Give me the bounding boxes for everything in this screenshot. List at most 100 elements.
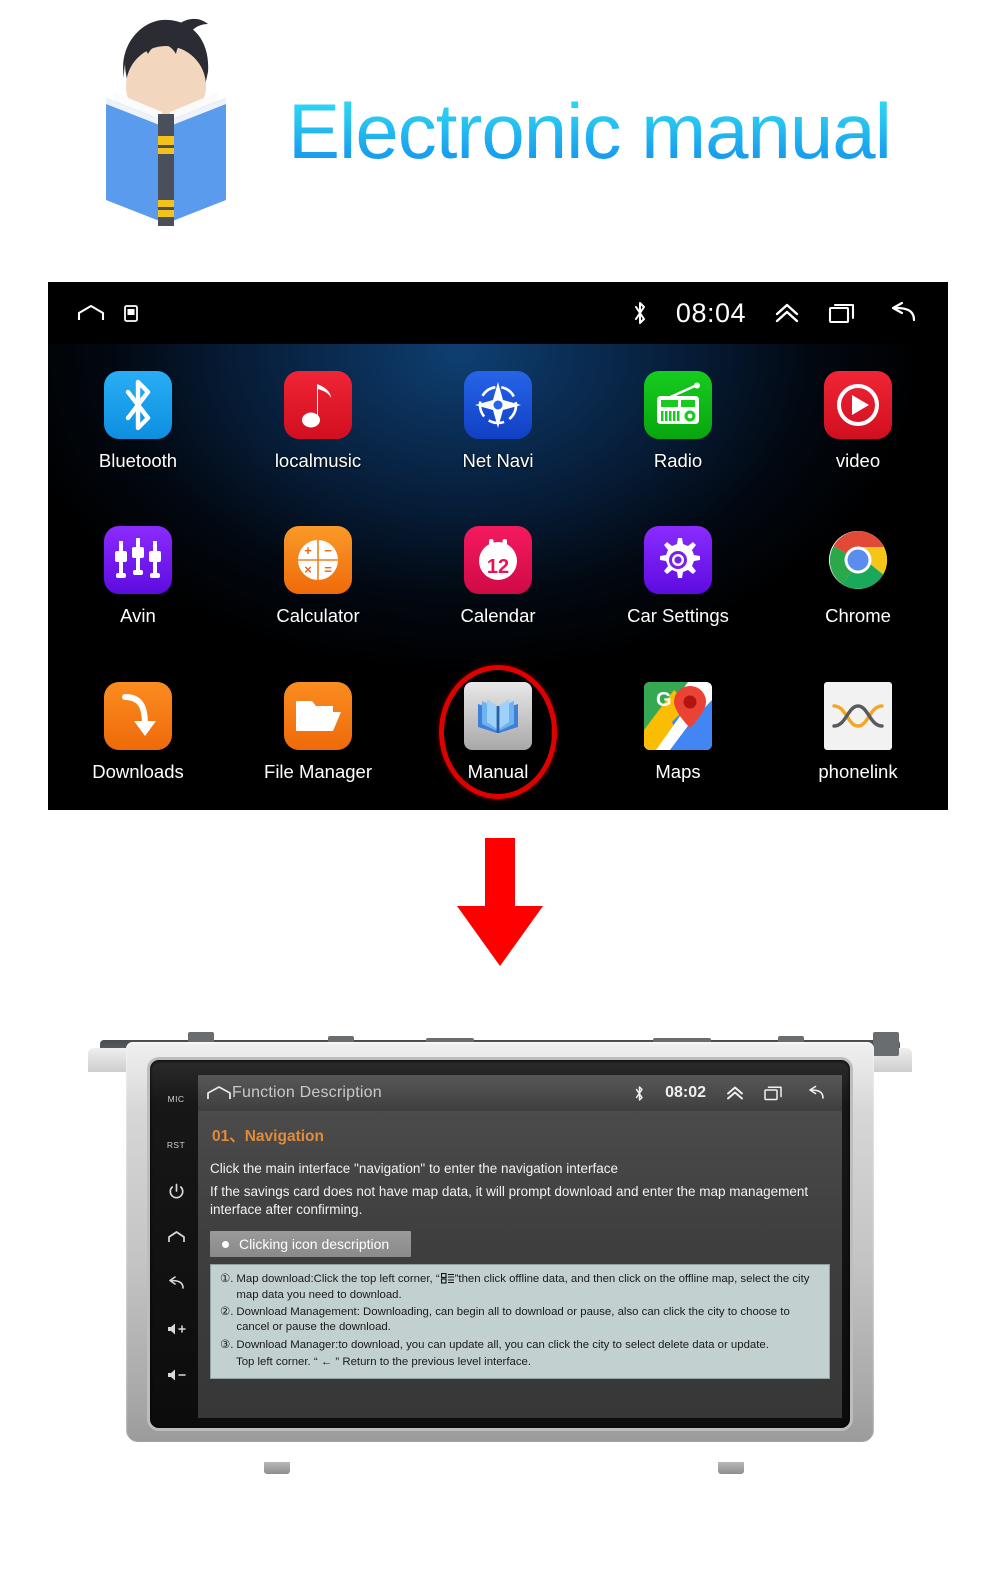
side-button-strip: MIC RST bbox=[154, 1064, 198, 1424]
manual-content: 01、Navigation Click the main interface "… bbox=[198, 1111, 842, 1418]
home-icon[interactable] bbox=[76, 303, 106, 323]
note-text: Map download:Click the top left corner, … bbox=[236, 1273, 810, 1301]
recent-apps-icon[interactable] bbox=[764, 1085, 784, 1101]
bluetooth-app-icon bbox=[104, 371, 172, 440]
down-arrow-icon bbox=[457, 838, 543, 966]
bluetooth-icon bbox=[634, 302, 645, 324]
app-label: Downloads bbox=[92, 760, 184, 782]
page-root: Electronic manual 08:04 Bluetooth localm… bbox=[0, 0, 1000, 1586]
unit-foot bbox=[718, 1462, 744, 1474]
screenshot-icon[interactable] bbox=[124, 304, 138, 322]
app-label: Avin bbox=[120, 605, 156, 627]
power-button[interactable] bbox=[168, 1168, 185, 1214]
app-net-navi[interactable]: Net Navi bbox=[408, 344, 588, 499]
manual-paragraph: Click the main interface "navigation" to… bbox=[210, 1161, 619, 1176]
manual-screen-title: Function Description bbox=[232, 1084, 382, 1101]
note-text: Download Management: Downloading, can be… bbox=[236, 1306, 790, 1334]
compass-app-icon bbox=[464, 371, 532, 440]
unit-foot bbox=[264, 1462, 290, 1474]
app-manual[interactable]: Manual bbox=[408, 655, 588, 810]
home-icon[interactable] bbox=[206, 1085, 232, 1101]
google-maps-app-icon: G bbox=[644, 681, 712, 750]
svg-text:+: + bbox=[304, 543, 312, 558]
app-label: phonelink bbox=[818, 760, 898, 782]
app-video[interactable]: video bbox=[768, 344, 948, 499]
note-number: ③. bbox=[220, 1338, 234, 1351]
app-label: Net Navi bbox=[462, 450, 534, 472]
bullet-dot-icon bbox=[222, 1240, 229, 1248]
folder-app-icon bbox=[284, 681, 352, 750]
note-item: ②. Download Management: Downloading, can… bbox=[220, 1305, 820, 1336]
volume-down-button[interactable] bbox=[166, 1352, 187, 1398]
app-chrome[interactable]: Chrome bbox=[768, 499, 948, 654]
av-plugs-app-icon bbox=[104, 526, 172, 595]
app-phonelink[interactable]: phonelink bbox=[768, 655, 948, 810]
mount-clip bbox=[873, 1032, 899, 1056]
app-bluetooth[interactable]: Bluetooth bbox=[48, 344, 228, 499]
note-number: ①. bbox=[220, 1273, 234, 1286]
play-circle-app-icon bbox=[824, 371, 892, 440]
back-arrow-icon[interactable] bbox=[886, 301, 918, 325]
app-label: File Manager bbox=[264, 760, 372, 782]
status-clock: 08:04 bbox=[675, 297, 746, 328]
app-label: Chrome bbox=[825, 605, 891, 627]
radio-app-icon bbox=[644, 371, 712, 440]
note-footer: Top left corner. “ ← ” Return to the pre… bbox=[236, 1355, 532, 1368]
recent-apps-icon[interactable] bbox=[828, 301, 858, 325]
bullet-heading-label: Clicking icon description bbox=[239, 1236, 390, 1253]
app-calculator[interactable]: + − × = Calculator bbox=[228, 499, 408, 654]
bluetooth-icon bbox=[635, 1085, 643, 1101]
mic-button[interactable]: MIC bbox=[168, 1076, 185, 1122]
car-head-unit: MIC RST Function Description 08:02 01、Na… bbox=[78, 1018, 922, 1474]
svg-text:−: − bbox=[324, 543, 332, 558]
note-item: ③. Download Manager:to download, you can… bbox=[220, 1338, 820, 1353]
reset-button[interactable]: RST bbox=[167, 1122, 185, 1168]
double-chevron-up-icon[interactable] bbox=[726, 1085, 744, 1101]
manual-paragraph: If the savings card does not have map da… bbox=[210, 1183, 809, 1217]
android-status-bar: 08:04 bbox=[48, 282, 948, 344]
app-label: video bbox=[835, 450, 881, 472]
volume-down-icon bbox=[167, 1369, 186, 1381]
note-text: Download Manager:to download, you can up… bbox=[236, 1338, 769, 1351]
page-title: Electronic manual bbox=[288, 87, 892, 175]
manual-status-clock: 08:02 bbox=[665, 1084, 706, 1101]
app-car-settings[interactable]: Car Settings bbox=[588, 499, 768, 654]
back-icon bbox=[169, 1275, 184, 1289]
note-number: ②. bbox=[220, 1306, 234, 1318]
volume-up-button[interactable] bbox=[166, 1306, 187, 1352]
android-desktop: Bluetooth localmusic Net Navi Radio vide… bbox=[48, 344, 948, 810]
app-label: Calculator bbox=[276, 605, 360, 627]
app-label: Calendar bbox=[460, 605, 536, 627]
app-calendar[interactable]: 12 Calendar bbox=[408, 499, 588, 654]
android-launcher-screenshot: 08:04 Bluetooth localmusic Net Navi Radi… bbox=[48, 282, 948, 810]
calculator-app-icon: + − × = bbox=[284, 526, 352, 595]
app-localmusic[interactable]: localmusic bbox=[228, 344, 408, 499]
bullet-heading: Clicking icon description bbox=[210, 1231, 412, 1258]
note-item: ①. Map download:Click the top left corne… bbox=[220, 1272, 820, 1303]
app-avin[interactable]: Avin bbox=[48, 499, 228, 654]
app-label: Radio bbox=[653, 450, 703, 472]
app-label: Maps bbox=[655, 760, 701, 782]
svg-text:12: 12 bbox=[487, 556, 509, 578]
back-button[interactable] bbox=[166, 1260, 186, 1306]
volume-up-icon bbox=[167, 1323, 186, 1335]
app-radio[interactable]: Radio bbox=[588, 344, 768, 499]
music-note-app-icon bbox=[284, 371, 352, 440]
calendar-app-icon: 12 bbox=[464, 526, 532, 595]
back-arrow-icon[interactable] bbox=[804, 1085, 826, 1101]
app-label: Bluetooth bbox=[98, 450, 178, 472]
list-grid-icon bbox=[440, 1273, 454, 1284]
person-reading-book-icon bbox=[106, 18, 226, 226]
manual-screen: Function Description 08:02 01、Navigation… bbox=[198, 1075, 842, 1418]
double-chevron-up-icon[interactable] bbox=[774, 301, 800, 325]
app-grid: Bluetooth localmusic Net Navi Radio vide… bbox=[48, 344, 948, 810]
app-label: localmusic bbox=[274, 450, 362, 472]
app-file-manager[interactable]: File Manager bbox=[228, 655, 408, 810]
chrome-app-icon bbox=[824, 526, 892, 594]
manual-status-bar: Function Description 08:02 bbox=[198, 1075, 842, 1111]
home-button[interactable] bbox=[167, 1214, 186, 1260]
app-maps[interactable]: G Maps bbox=[588, 655, 768, 810]
phonelink-app-icon bbox=[824, 681, 892, 750]
app-downloads[interactable]: Downloads bbox=[48, 655, 228, 810]
notes-box: ①. Map download:Click the top left corne… bbox=[210, 1264, 830, 1380]
